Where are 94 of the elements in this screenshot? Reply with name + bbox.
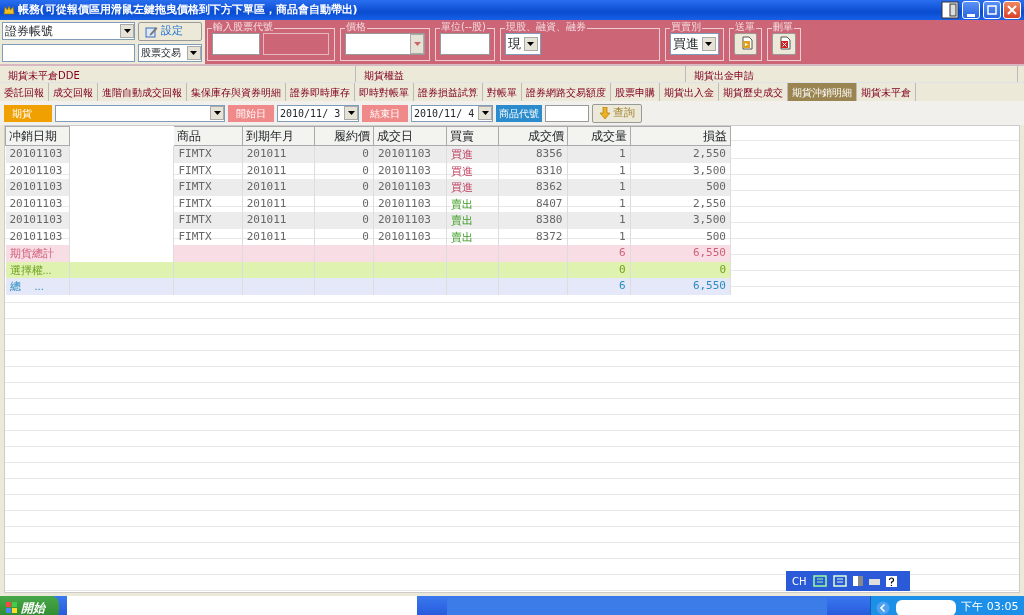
table-cell: 20101103: [5, 212, 70, 229]
settings-button[interactable]: 設定: [137, 22, 202, 41]
down-arrow-icon: [598, 107, 611, 119]
maximize-icon: [986, 5, 997, 15]
table-cell: 8362: [498, 179, 567, 196]
total-label: 總 ...: [5, 278, 70, 295]
crown-icon: [2, 4, 15, 16]
table-cell: 0: [314, 212, 374, 229]
product-code-field[interactable]: [544, 104, 589, 122]
group-legend: 單位(--股): [440, 21, 488, 33]
send-order-button[interactable]: [733, 33, 758, 55]
dropdown-arrow-icon: [481, 111, 489, 115]
start-label: 開始日: [228, 104, 274, 122]
total-profit: 6,550: [630, 278, 731, 295]
table-cell: 0: [314, 179, 374, 196]
table-cell: 買進: [446, 179, 499, 196]
stock-code-field[interactable]: [212, 33, 260, 55]
table-cell: 20101103: [373, 212, 447, 229]
clock: 下午 03:05: [961, 599, 1019, 615]
table-cell: 201011: [242, 212, 315, 229]
table-cell: 3,500: [630, 212, 731, 229]
group-legend: 價格: [345, 21, 367, 33]
input-method-icon[interactable]: [832, 575, 847, 587]
table-cell: 1: [567, 179, 631, 196]
table-cell: 500: [630, 179, 731, 196]
tab[interactable]: 期貨未平倉DDE: [0, 66, 356, 82]
dropdown-arrow-icon: [213, 111, 221, 115]
total-quantity: 6: [567, 245, 631, 262]
column-header: 成交價: [498, 126, 567, 146]
start-date-select[interactable]: 2010/11/ 3: [277, 104, 359, 122]
column-header: 成交日: [373, 126, 447, 146]
window-title: 帳務(可從報價區用滑鼠左鍵拖曳價格到下方下單區，商品會自動帶出): [17, 1, 358, 18]
group-legend: 買賣別: [670, 21, 702, 33]
minimize-button[interactable]: [961, 1, 980, 19]
tab[interactable]: 期貨出金申請: [686, 66, 1018, 82]
group-legend: 輸入股票代號: [212, 21, 274, 33]
end-date-select[interactable]: 2010/11/ 4: [411, 104, 493, 122]
chevron-left-icon[interactable]: [876, 600, 891, 615]
total-profit: 6,550: [630, 245, 731, 262]
language-code[interactable]: CH: [792, 573, 807, 589]
stock-name-panel: [262, 33, 329, 55]
trade-type-select[interactable]: 股票交易: [137, 43, 202, 62]
dropdown-arrow-icon: [413, 42, 421, 46]
table-cell: 賣出: [446, 212, 499, 229]
account-field[interactable]: [2, 43, 135, 62]
table-cell: 1: [567, 212, 631, 229]
panel-icon[interactable]: [852, 576, 863, 586]
total-label: 期貨總計: [5, 245, 70, 262]
group-legend: 現股、融資、融券: [505, 21, 587, 33]
column-header: 履約價: [314, 126, 374, 146]
group-legend: 送單: [733, 21, 756, 33]
total-quantity: 6: [567, 278, 631, 295]
table-cell: FIMTX: [173, 179, 243, 196]
dropdown-arrow-icon: [527, 42, 535, 46]
edit-icon: [144, 25, 158, 38]
maximize-button[interactable]: [982, 1, 1001, 19]
table-cell: 201011: [242, 179, 315, 196]
minimize-icon: [966, 14, 975, 18]
dropdown-arrow-icon: [705, 42, 713, 46]
keyboard-icon[interactable]: [868, 576, 880, 586]
table-cell: 20101103: [373, 179, 447, 196]
category-select[interactable]: [55, 104, 225, 122]
tab[interactable]: 期貨權益: [356, 66, 686, 82]
column-header: 買賣: [446, 126, 499, 146]
start-button[interactable]: 開始: [0, 596, 59, 615]
table-cell: 8380: [498, 212, 567, 229]
price-field[interactable]: [345, 33, 425, 55]
windows-logo-icon: [6, 601, 18, 614]
table-cell: 20101103: [5, 179, 70, 196]
units-field[interactable]: [440, 33, 490, 55]
redacted-block: [895, 599, 956, 615]
dropdown-arrow-icon: [123, 29, 131, 33]
close-button[interactable]: [1003, 1, 1022, 19]
column-header: 商品: [173, 126, 243, 146]
group-select[interactable]: 現: [505, 33, 541, 55]
column-header: 成交量: [567, 126, 631, 146]
tab[interactable]: 期貨沖銷明細: [788, 83, 857, 101]
help-icon[interactable]: [885, 575, 897, 587]
column-header: 到期年月: [242, 126, 315, 146]
end-label: 結束日: [362, 104, 408, 122]
product-code-label: 商品代號: [496, 104, 542, 122]
account-select[interactable]: 證券帳號: [2, 22, 135, 40]
category-label: 期貨: [4, 104, 52, 122]
group-legend: 刪單: [772, 21, 795, 33]
dropdown-arrow-icon: [190, 50, 198, 55]
table-cell: FIMTX: [173, 212, 243, 229]
dropdown-arrow-icon: [347, 111, 355, 115]
column-header: 冲銷日期: [5, 126, 70, 146]
column-header: 損益: [630, 126, 731, 146]
panel-icon[interactable]: [941, 1, 959, 19]
close-icon: [1007, 5, 1018, 15]
delete-order-button[interactable]: [772, 33, 796, 55]
group-select[interactable]: 買進: [670, 33, 719, 55]
input-method-icon[interactable]: [812, 575, 827, 587]
